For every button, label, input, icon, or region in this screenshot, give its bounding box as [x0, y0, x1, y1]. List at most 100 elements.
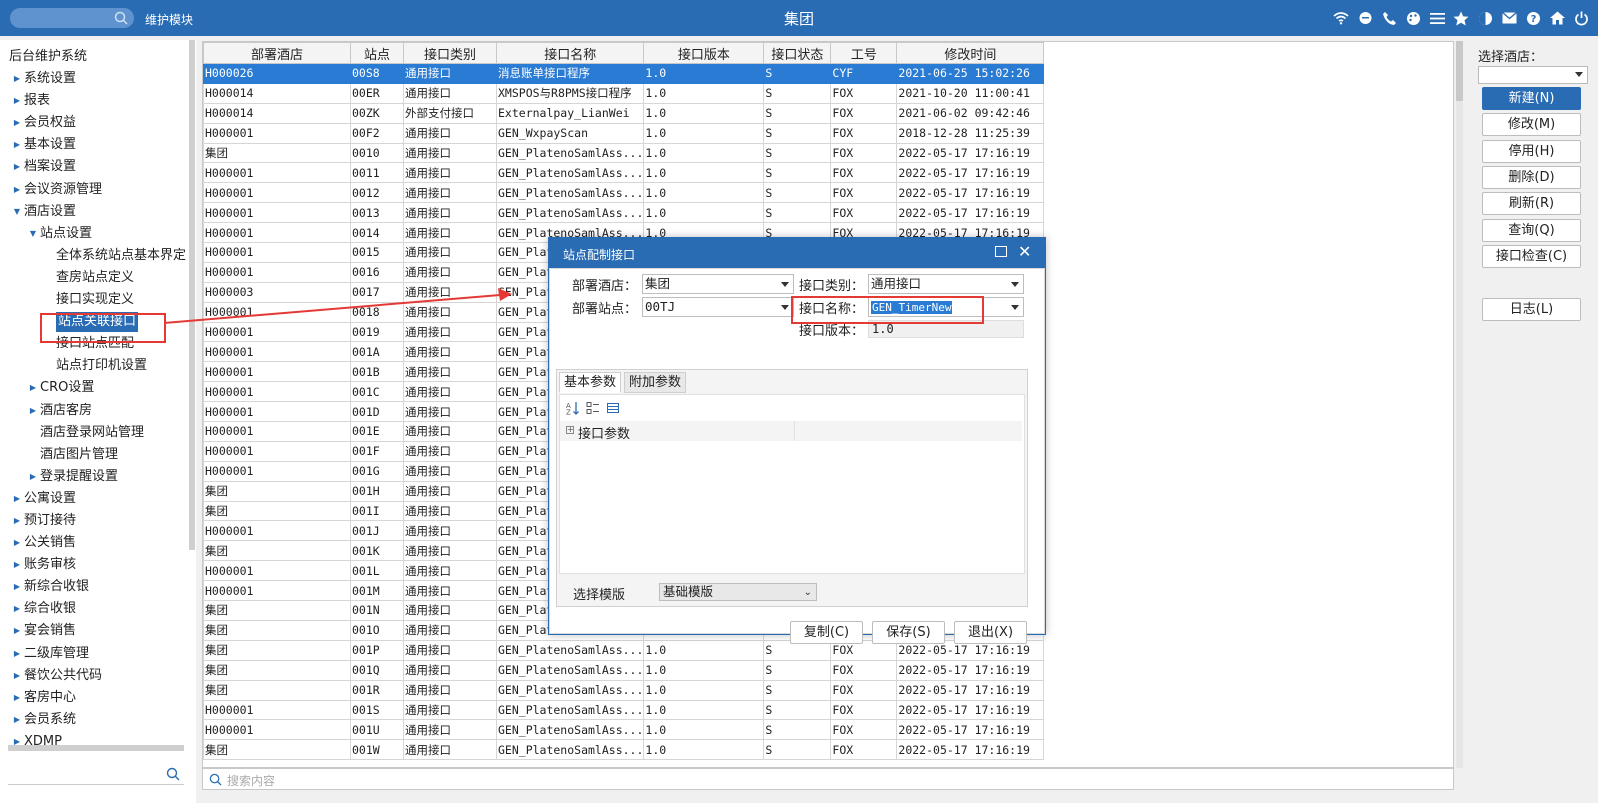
help-icon[interactable]: ? [1524, 9, 1542, 27]
grid-scrollbar-thumb[interactable] [1456, 41, 1463, 101]
table-row[interactable]: H000026 00S8 通用接口 消息账单接口程序 1.0 S CYF 2021-06-25… [203, 63, 1045, 84]
sidebar-item[interactable]: ▼ 站点设置 [0, 223, 190, 245]
sidebar-item[interactable]: 站点打印机设置 [0, 355, 190, 377]
caret-right-icon[interactable]: ▶ [12, 112, 22, 134]
sidebar-item[interactable]: 查房站点定义 [0, 267, 190, 289]
sidebar-item[interactable]: 站点关联接口 [0, 311, 190, 333]
column-header[interactable]: 修改时间 [896, 42, 1045, 64]
sidebar-item[interactable]: ▶ 预订接待 [0, 510, 190, 532]
menu-icon[interactable] [1428, 9, 1446, 27]
caret-right-icon[interactable]: ▶ [12, 532, 22, 554]
sidebar-item[interactable]: 接口站点匹配 [0, 333, 190, 355]
sidebar-item[interactable]: ▶ 报表 [0, 90, 190, 112]
sidebar-item[interactable]: ▶ 酒店客房 [0, 400, 190, 422]
property-pages-icon[interactable] [606, 401, 620, 415]
table-row[interactable]: H000001 0013 通用接口 GEN_PlatenoSamlAss... 1.0 S… [203, 202, 1045, 224]
sidebar-item[interactable]: ▶ 会议资源管理 [0, 179, 190, 201]
table-row[interactable]: H000014 00ER 通用接口 XMSPOS与R8PMS接口程序 1.0 S FOX 20… [203, 82, 1045, 104]
table-row[interactable]: H000001 001U 通用接口 GEN_PlatenoSamlAss... 1.0 S… [203, 719, 1045, 741]
sidebar-item[interactable]: ▶ 新综合收银 [0, 576, 190, 598]
sidebar-item[interactable]: ▼ 酒店设置 [0, 201, 190, 223]
tab-extra-params[interactable]: 附加参数 [624, 372, 687, 393]
sidebar-item[interactable]: 酒店登录网站管理 [0, 422, 190, 444]
column-header[interactable]: 接口类别 [403, 42, 497, 64]
station-combo[interactable]: 00TJ [642, 297, 794, 317]
sidebar-item[interactable]: ▶ 二级库管理 [0, 643, 190, 665]
table-row[interactable]: H000001 0012 通用接口 GEN_PlatenoSamlAss... 1.0 S… [203, 182, 1045, 204]
palette-icon[interactable] [1404, 9, 1422, 27]
log-button[interactable]: 日志(L) [1482, 298, 1581, 321]
sidebar-item[interactable]: ▶ 账务审核 [0, 554, 190, 576]
sidebar-item[interactable]: ▶ 综合收银 [0, 598, 190, 620]
module-search-input[interactable] [10, 8, 134, 28]
column-header[interactable]: 接口状态 [763, 42, 832, 64]
caret-right-icon[interactable]: ▶ [12, 687, 22, 709]
table-row[interactable]: H000014 00ZK 外部支付接口 Externalpay_LianWei 1.0 S… [203, 102, 1045, 124]
grid-search-input[interactable]: 搜索内容 [202, 768, 1454, 790]
star-icon[interactable] [1452, 9, 1470, 27]
caret-right-icon[interactable]: ▶ [12, 68, 22, 90]
caret-right-icon[interactable]: ▶ [12, 709, 22, 731]
column-header[interactable]: 部署酒店 [203, 42, 351, 64]
tab-basic-params[interactable]: 基本参数 [559, 372, 622, 393]
chat-icon[interactable] [1356, 9, 1374, 27]
caret-right-icon[interactable]: ▶ [12, 554, 22, 576]
table-row[interactable]: H000001 001S 通用接口 GEN_PlatenoSamlAss... 1.0 S… [203, 699, 1045, 721]
phone-icon[interactable] [1380, 9, 1398, 27]
caret-down-icon[interactable]: ▼ [12, 201, 22, 223]
sidebar-item[interactable]: ▶ 公寓设置 [0, 488, 190, 510]
caret-right-icon[interactable]: ▶ [12, 179, 22, 201]
table-row[interactable]: 集团 0010 通用接口 GEN_PlatenoSamlAss... 1.0 S FOX 20… [203, 142, 1045, 164]
interface-check-button[interactable]: 接口检查(C) [1482, 244, 1581, 268]
disable-button[interactable]: 停用(H) [1482, 139, 1581, 163]
sidebar-item[interactable]: ▶ 系统设置 [0, 68, 190, 90]
sidebar-item[interactable]: 全体系统站点基本界定 [0, 245, 190, 267]
caret-right-icon[interactable]: ▶ [12, 576, 22, 598]
property-group-row[interactable]: + 接口参数 [560, 421, 1022, 442]
table-row[interactable]: H000001 0011 通用接口 GEN_PlatenoSamlAss... 1.0 S… [203, 162, 1045, 184]
sidebar-item[interactable]: 酒店图片管理 [0, 444, 190, 466]
caret-right-icon[interactable]: ▶ [28, 400, 38, 422]
table-row[interactable]: 集团 001R 通用接口 GEN_PlatenoSamlAss... 1.0 S FOX 20… [203, 679, 1045, 701]
caret-right-icon[interactable]: ▶ [12, 598, 22, 620]
caret-right-icon[interactable]: ▶ [12, 156, 22, 178]
caret-right-icon[interactable]: ▶ [12, 134, 22, 156]
delete-button[interactable]: 删除(D) [1482, 165, 1581, 189]
copy-button[interactable]: 复制(C) [790, 621, 863, 644]
sidebar-hscrollbar[interactable] [8, 745, 184, 751]
caret-right-icon[interactable]: ▶ [28, 466, 38, 488]
column-header[interactable]: 接口版本 [643, 42, 765, 64]
mail-icon[interactable] [1500, 9, 1518, 27]
module-label[interactable]: 维护模块 [145, 11, 193, 28]
sidebar-item[interactable]: ▶ 登录提醒设置 [0, 466, 190, 488]
caret-right-icon[interactable]: ▶ [12, 665, 22, 687]
save-button[interactable]: 保存(S) [872, 621, 945, 644]
power-icon[interactable] [1572, 9, 1590, 27]
caret-right-icon[interactable]: ▶ [12, 620, 22, 642]
table-row[interactable]: 集团 001W 通用接口 GEN_PlatenoSamlAss... 1.0 S FOX 20… [203, 739, 1045, 761]
wifi-icon[interactable] [1332, 9, 1350, 27]
close-icon[interactable]: ✕ [1018, 242, 1031, 261]
exit-button[interactable]: 退出(X) [954, 621, 1027, 644]
sidebar-item[interactable]: ▶ 档案设置 [0, 156, 190, 178]
sort-az-icon[interactable]: AZ [566, 401, 580, 417]
category-view-icon[interactable] [586, 401, 600, 415]
grid-scrollbar[interactable] [1456, 41, 1463, 768]
name-combo[interactable]: GEN_TimerNew [868, 297, 1024, 317]
caret-right-icon[interactable]: ▶ [12, 510, 22, 532]
category-combo[interactable]: 通用接口 [868, 274, 1024, 294]
sidebar-item[interactable]: 接口实现定义 [0, 289, 190, 311]
sidebar-item[interactable]: ▶ 公关销售 [0, 532, 190, 554]
theme-icon[interactable] [1476, 9, 1494, 27]
column-header[interactable]: 站点 [350, 42, 404, 64]
nav-tree-root[interactable]: 后台维护系统 [0, 46, 190, 68]
sidebar-item[interactable]: ▶ CRO设置 [0, 377, 190, 399]
column-header[interactable]: 接口名称 [495, 42, 645, 64]
template-select[interactable]: 基础模版 ⌄ [659, 583, 817, 601]
modify-button[interactable]: 修改(M) [1482, 113, 1581, 137]
query-button[interactable]: 查询(Q) [1482, 218, 1581, 242]
table-row[interactable]: H000001 00F2 通用接口 GEN_WxpayScan 1.0 S FOX 2018-… [203, 122, 1045, 144]
sidebar-item[interactable]: ▶ 基本设置 [0, 134, 190, 156]
new-button[interactable]: 新建(N) [1482, 87, 1581, 110]
hotel-select[interactable] [1478, 66, 1588, 84]
